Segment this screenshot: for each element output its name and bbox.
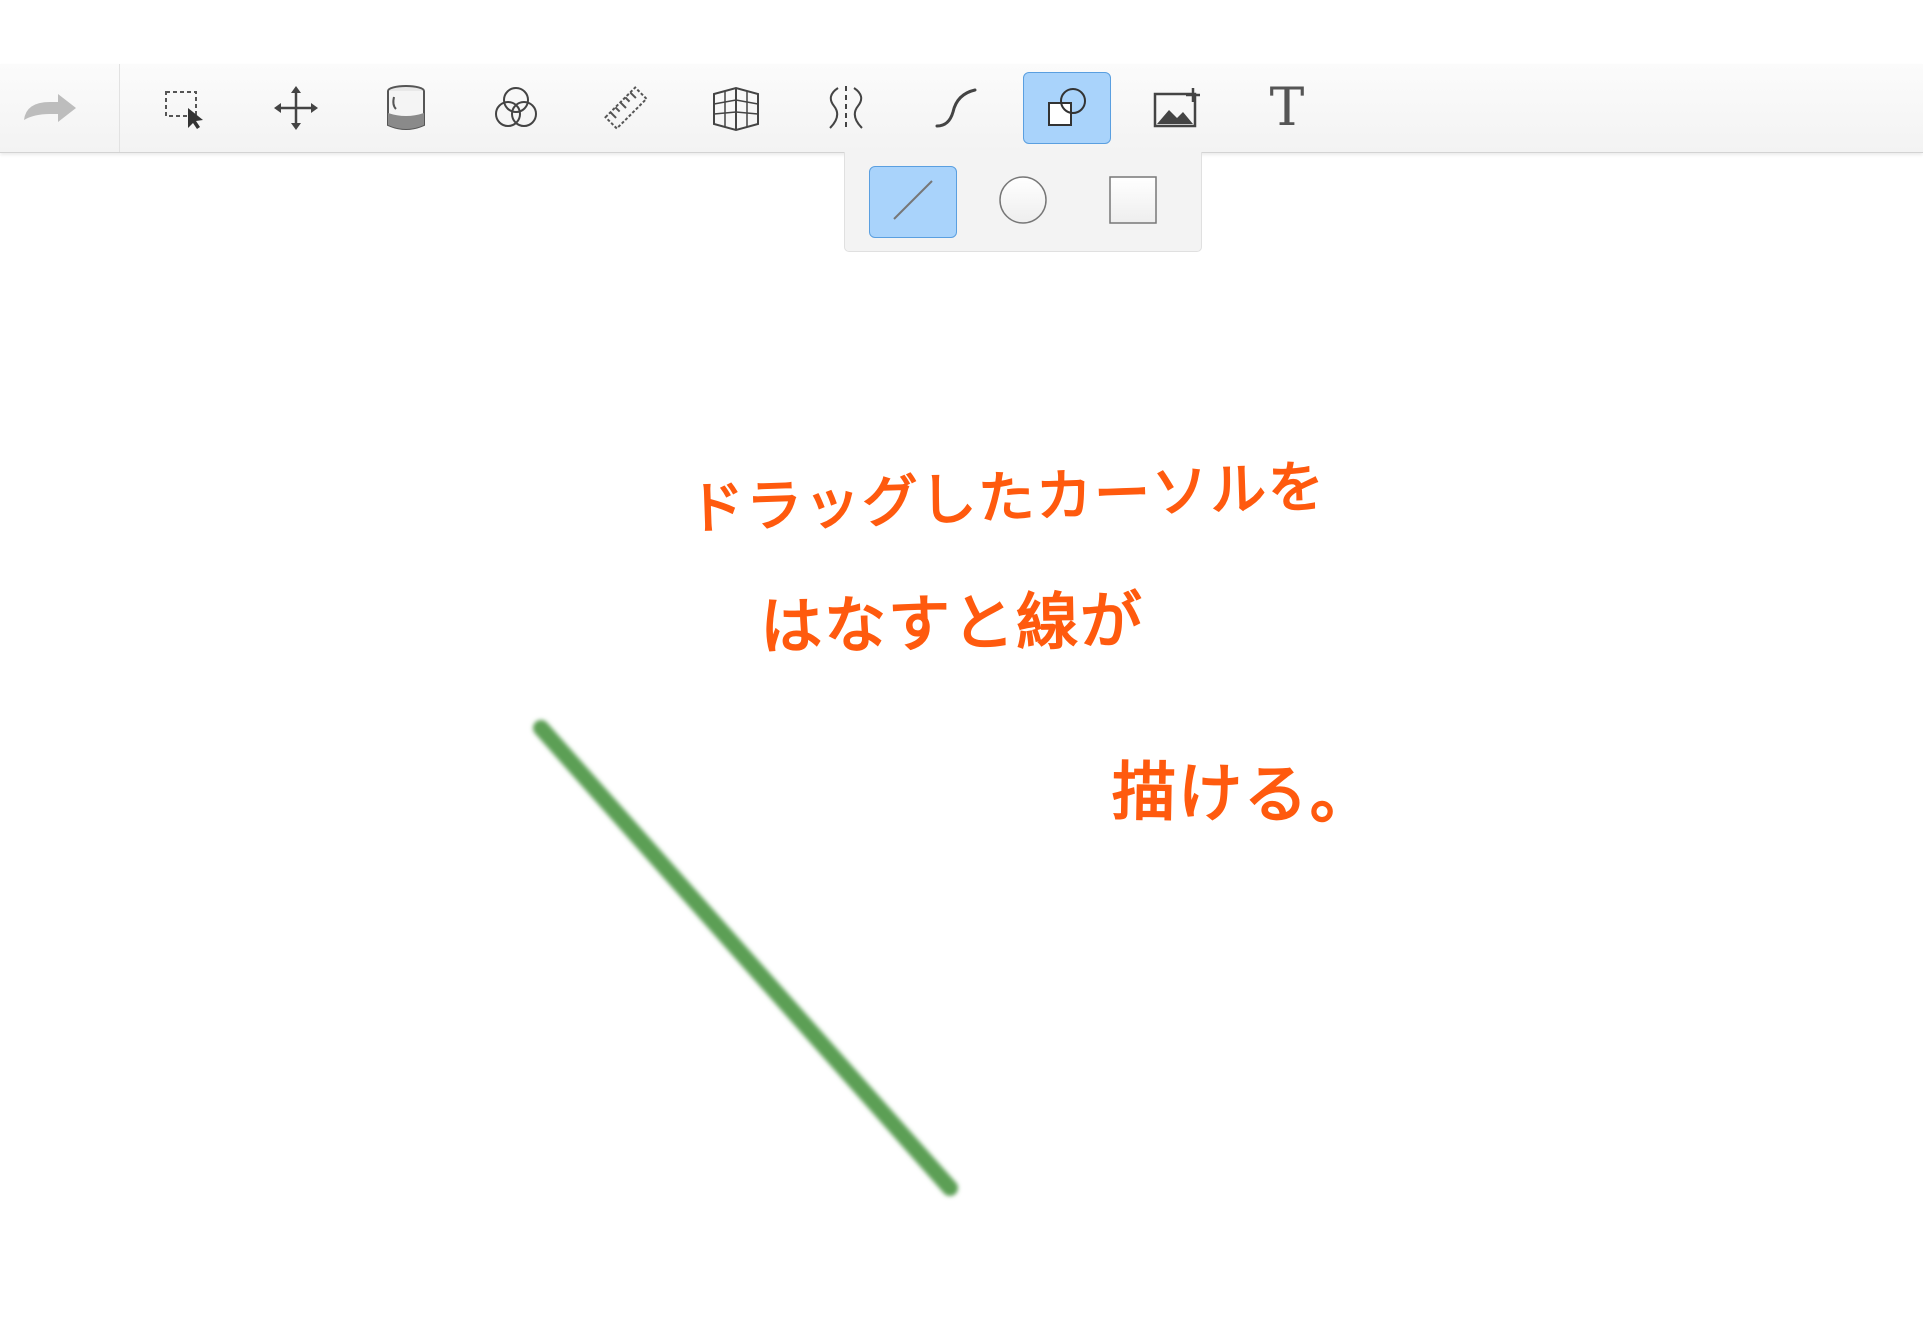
app-window: T ドラッグしたカーソルを はなすと線が 描ける。 xyxy=(0,0,1923,1339)
blend-tool-button[interactable] xyxy=(472,72,560,144)
ruler-tool-button[interactable] xyxy=(582,72,670,144)
redo-arrow-icon xyxy=(20,88,80,128)
add-image-icon xyxy=(1151,86,1203,130)
title-bar xyxy=(0,0,1923,65)
fill-tool-button[interactable] xyxy=(362,72,450,144)
transform-tool-button[interactable] xyxy=(252,72,340,144)
selection-icon xyxy=(160,86,210,130)
toolbar: T xyxy=(0,64,1923,153)
canvas-drawing-layer xyxy=(533,720,958,1196)
annotation-line-2: はなすと線が xyxy=(759,583,1145,664)
image-tool-button[interactable] xyxy=(1133,72,1221,144)
text-icon: T xyxy=(1269,78,1305,138)
text-tool-button[interactable]: T xyxy=(1243,72,1331,144)
annotation-line-3: 描ける。 xyxy=(1111,755,1377,835)
redo-button[interactable] xyxy=(6,72,94,144)
drawing-canvas[interactable]: ドラッグしたカーソルを はなすと線が 描ける。 xyxy=(0,153,1923,1339)
shapes-tool-button[interactable] xyxy=(1023,72,1111,144)
ruler-icon xyxy=(601,83,651,133)
drawn-line-stroke xyxy=(533,720,958,1196)
shapes-icon xyxy=(1043,85,1091,131)
color-circles-icon xyxy=(492,85,540,131)
curve-icon xyxy=(931,86,981,130)
paint-bucket-icon xyxy=(384,83,428,133)
perspective-grid-icon xyxy=(710,84,762,132)
stroke-tool-button[interactable] xyxy=(912,72,1000,144)
selection-tool-button[interactable] xyxy=(141,72,229,144)
symmetry-icon xyxy=(820,84,872,132)
toolbar-divider xyxy=(119,64,120,152)
move-icon xyxy=(272,84,320,132)
perspective-tool-button[interactable] xyxy=(692,72,780,144)
symmetry-tool-button[interactable] xyxy=(802,72,890,144)
